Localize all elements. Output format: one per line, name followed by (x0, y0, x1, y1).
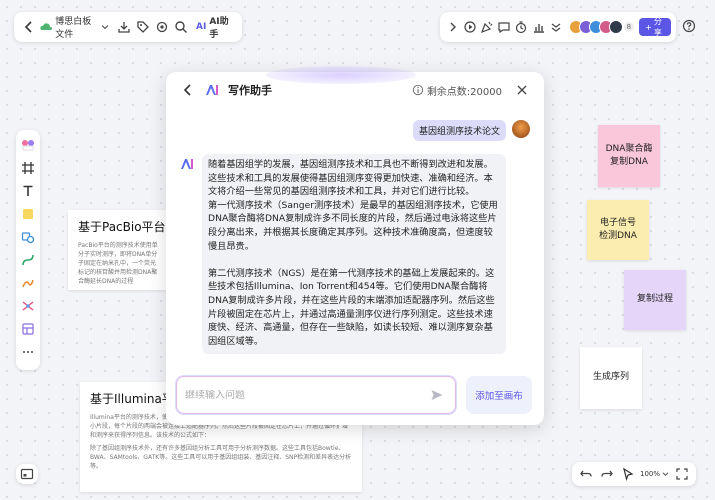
sticky-note[interactable]: DNA聚合酶 复制DNA (598, 125, 660, 187)
avatar (608, 20, 623, 34)
info-icon (412, 80, 424, 100)
send-icon[interactable] (427, 385, 447, 405)
frame-icon[interactable] (19, 159, 37, 177)
card-body: 除了基因组测序技术外，还有许多基因组分析工具可用于分析测序数据。这些工具包括Bo… (90, 445, 352, 470)
sticky-note-text: 复制过程 (636, 294, 673, 305)
more-tools-icon[interactable] (19, 343, 37, 361)
fullscreen-icon[interactable] (673, 464, 691, 484)
sticky-note[interactable]: 生成序列 (580, 347, 642, 409)
collaborator-avatars[interactable]: 8 (568, 20, 635, 34)
zoom-level: 100% (640, 470, 661, 478)
share-button-label: 分享 (653, 17, 662, 37)
card-title: 基于PacBio平台的 (78, 220, 168, 234)
sticky-note-icon[interactable] (19, 205, 37, 223)
ai-assistant-label: AI助手 (209, 17, 229, 40)
minimap-icon (17, 464, 37, 484)
writing-assistant-dialog: 写作助手 剩余点数:20000 基因组测序技术论文 随着基因组学的发展，基因组测… (166, 66, 544, 425)
ai-response-paragraph: 第二代测序技术（NGS）是在第一代测序技术的基础上发展起来的。这些技术包括Ill… (208, 267, 495, 347)
pen-icon[interactable] (19, 274, 37, 292)
add-to-canvas-button[interactable]: 添加至画布 (466, 376, 532, 414)
top-left-toolbar: 博思白板文件 AI AI助手 (14, 12, 242, 42)
connector-icon[interactable] (19, 251, 37, 269)
play-icon[interactable] (462, 17, 478, 37)
user-plus-icon: + (645, 22, 652, 32)
ai-logo-icon: AI (196, 22, 207, 32)
redo-icon[interactable] (598, 464, 616, 484)
search-icon[interactable] (173, 17, 190, 37)
chevron-down-icon (661, 464, 670, 484)
card-body: PacBio平台的测序技术使用单分子实时测序，即将DNA单分子固定在纳米孔中，一… (78, 242, 158, 285)
ai-response-paragraph: 随着基因组学的发展，基因组测序技术和工具也不断得到改进和发展。这些技术和工具的发… (208, 159, 498, 252)
document-title-text: 博思白板文件 (55, 17, 92, 40)
ai-assistant-button[interactable]: AI AI助手 (192, 14, 236, 40)
zoom-selector[interactable]: 100% (640, 464, 670, 484)
close-icon[interactable] (512, 80, 532, 100)
sticky-note-text: 电子信号 检测DNA (599, 217, 637, 242)
undo-icon[interactable] (577, 464, 595, 484)
sticky-note[interactable]: 复制过程 (624, 270, 686, 330)
bottom-right-toolbar: 100% (572, 462, 696, 486)
tag-icon[interactable] (134, 17, 151, 37)
expand-icon[interactable] (445, 17, 461, 37)
celebrate-icon[interactable] (479, 17, 495, 37)
shapes-icon[interactable] (19, 228, 37, 246)
templates-icon[interactable] (19, 136, 37, 154)
ai-logo-icon (202, 80, 222, 100)
back-icon[interactable] (20, 17, 37, 37)
avatar-count: 8 (623, 22, 635, 32)
mindmap-icon[interactable] (19, 297, 37, 315)
question-input[interactable] (185, 389, 427, 401)
chart-icon[interactable] (530, 17, 546, 37)
cloud-icon (39, 17, 53, 37)
top-right-toolbar: 8 + 分享 (440, 12, 676, 42)
share-button[interactable]: + 分享 (639, 17, 671, 37)
question-input-box (176, 376, 456, 414)
text-card-pacbio[interactable]: 基于PacBio平台的 PacBio平台的测序技术使用单分子实时测序，即将DNA… (68, 210, 168, 290)
pointer-icon[interactable] (619, 464, 637, 484)
document-title[interactable]: 博思白板文件 (39, 14, 110, 40)
user-message-bubble: 基因组测序技术论文 (412, 120, 506, 141)
download-icon[interactable] (115, 17, 132, 37)
ai-logo-icon (180, 156, 194, 170)
gear-icon[interactable] (154, 17, 171, 37)
sticky-note[interactable]: 电子信号 检测DNA (587, 200, 649, 260)
left-tool-palette (16, 130, 40, 370)
comment-icon[interactable] (496, 17, 512, 37)
table-icon[interactable] (19, 320, 37, 338)
back-icon[interactable] (178, 80, 198, 100)
minimap-button[interactable] (16, 464, 38, 484)
dialog-title: 写作助手 (228, 84, 272, 97)
text-icon[interactable] (19, 182, 37, 200)
timer-icon[interactable] (513, 17, 529, 37)
help-icon[interactable] (680, 17, 698, 35)
remaining-credits: 剩余点数:20000 (412, 80, 502, 100)
chevron-down-icon (100, 17, 110, 37)
more-chevron-icon[interactable] (548, 17, 564, 37)
sticky-note-text: DNA聚合酶 复制DNA (605, 143, 653, 168)
user-avatar (512, 120, 530, 138)
dialog-header: 写作助手 剩余点数:20000 (178, 80, 532, 100)
sticky-note-text: 生成序列 (592, 372, 629, 383)
ai-response-bubble: 随着基因组学的发展，基因组测序技术和工具也不断得到改进和发展。这些技术和工具的发… (202, 154, 506, 354)
credits-text: 剩余点数:20000 (426, 86, 502, 98)
